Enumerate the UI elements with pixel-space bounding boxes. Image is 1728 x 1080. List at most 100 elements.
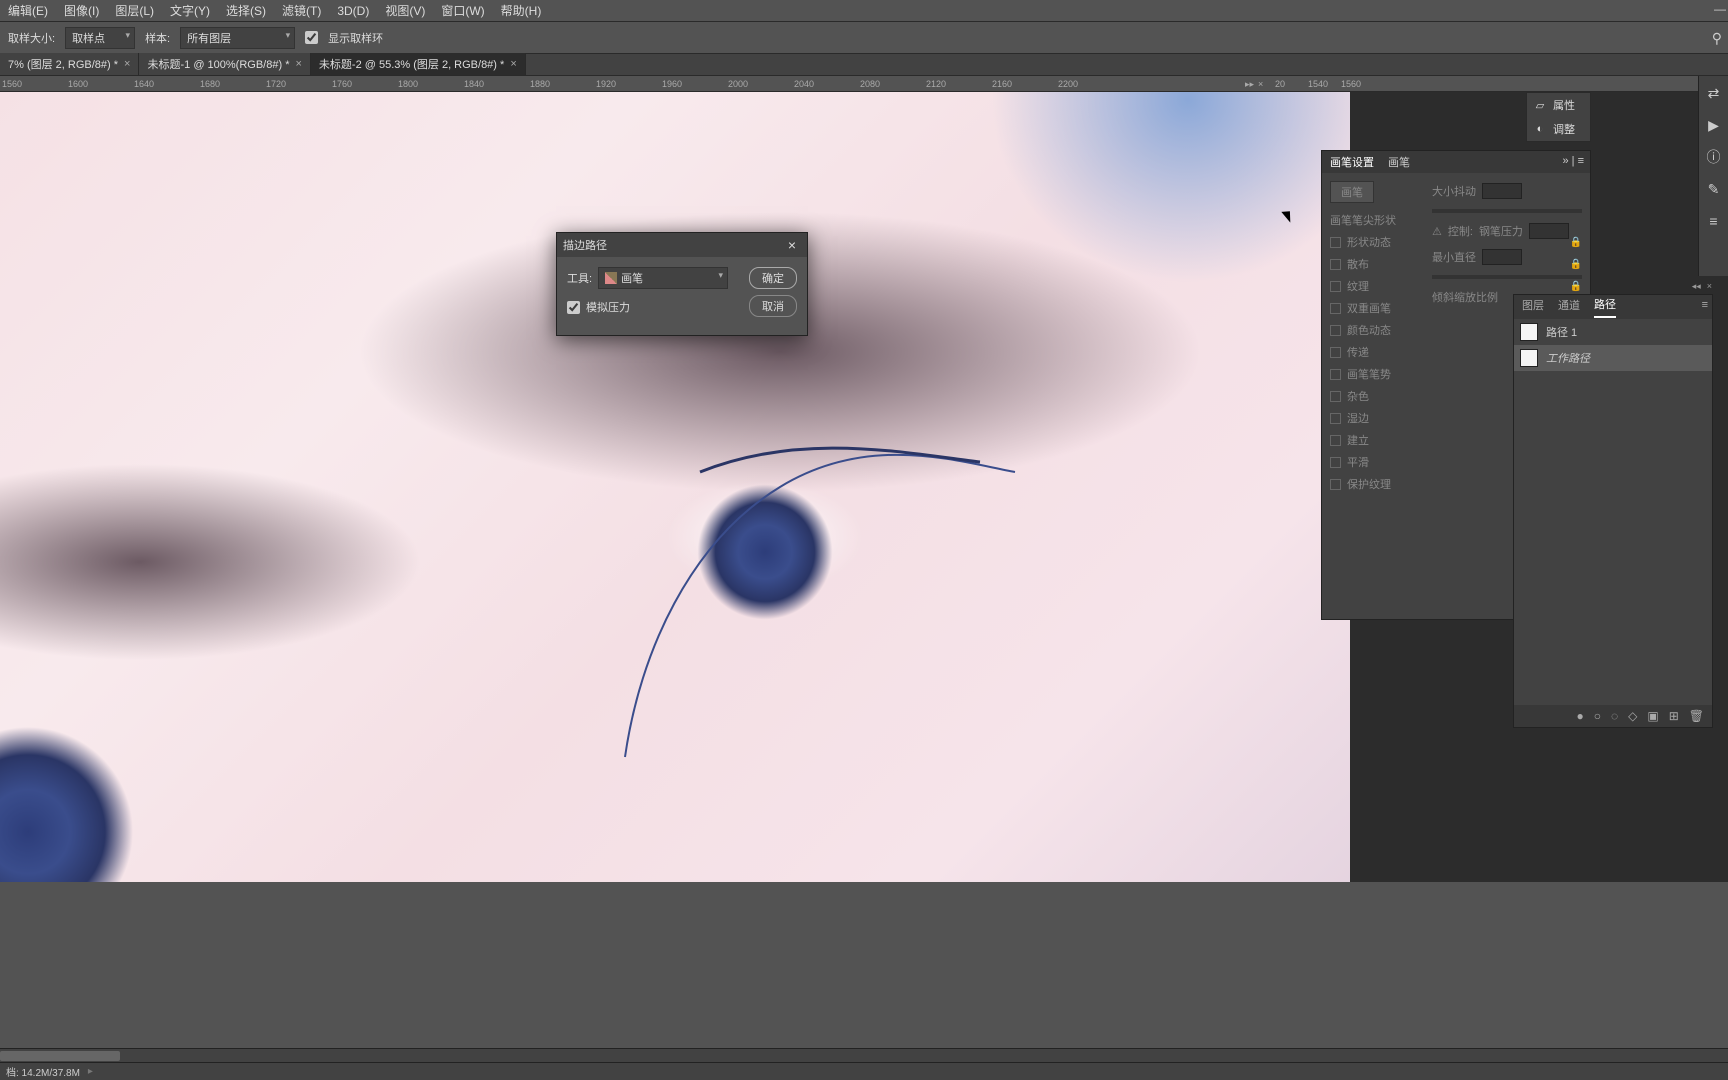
min-diameter-value[interactable]	[1482, 249, 1522, 265]
panel-collapse-icon[interactable]: » | ≡	[1562, 155, 1584, 167]
dock-close-icon[interactable]: ×	[1707, 281, 1712, 292]
size-jitter-slider[interactable]	[1432, 209, 1582, 213]
cancel-button[interactable]: 取消	[749, 295, 797, 317]
status-separator: ▸	[88, 1066, 93, 1077]
color-dynamics-checkbox[interactable]	[1330, 325, 1341, 336]
tab-paths[interactable]: 路径	[1594, 296, 1616, 318]
delete-path-icon[interactable]: 🗑	[1689, 709, 1704, 723]
menu-3d[interactable]: 3D(D)	[337, 4, 369, 18]
control-label: 控制:	[1448, 223, 1473, 239]
menubar: 编辑(E) 图像(I) 图层(L) 文字(Y) 选择(S) 滤镜(T) 3D(D…	[0, 0, 1728, 22]
dock-collapse-icon[interactable]: ◂◂	[1692, 281, 1701, 292]
load-selection-icon[interactable]: ◌	[1611, 709, 1618, 723]
properties-popup: ▱ 属性 ◐ 调整	[1526, 92, 1591, 142]
properties-tab[interactable]: ▱ 属性	[1527, 93, 1590, 117]
min-diameter-slider[interactable]	[1432, 275, 1582, 279]
sample-dropdown[interactable]: 所有图层	[180, 27, 295, 49]
play-icon[interactable]: ▶	[1705, 116, 1723, 134]
menu-type[interactable]: 文字(Y)	[170, 2, 210, 19]
horizontal-ruler: 1480152015601600164016801720176018001840…	[0, 76, 1728, 92]
simulate-pressure-checkbox[interactable]	[567, 301, 580, 314]
protect-texture-checkbox[interactable]	[1330, 479, 1341, 490]
smoothing-checkbox[interactable]	[1330, 457, 1341, 468]
tab-layers[interactable]: 图层	[1522, 297, 1544, 317]
buildup-checkbox[interactable]	[1330, 435, 1341, 446]
adjustments-icon: ◐	[1533, 122, 1547, 136]
menu-image[interactable]: 图像(I)	[64, 2, 99, 19]
menu-layer[interactable]: 图层(L)	[115, 2, 154, 19]
panel-menu-icon[interactable]: ≡	[1702, 299, 1708, 315]
size-jitter-value[interactable]	[1482, 183, 1522, 199]
add-mask-icon[interactable]: ▣	[1647, 709, 1658, 723]
dialog-title: 描边路径	[563, 237, 607, 253]
menu-view[interactable]: 视图(V)	[385, 2, 425, 19]
close-icon[interactable]: ×	[783, 237, 801, 253]
noise-checkbox[interactable]	[1330, 391, 1341, 402]
paths-panel-footer: ● ○ ◌ ◇ ▣ ⊞ 🗑	[1514, 705, 1712, 727]
warning-icon: ⚠	[1432, 225, 1442, 238]
document-tab-2[interactable]: 未标题-1 @ 100%(RGB/8#) * ×	[139, 53, 310, 75]
new-path-icon[interactable]: ⊞	[1669, 709, 1679, 723]
tool-label: 工具:	[567, 270, 592, 286]
control-value-box[interactable]	[1529, 223, 1569, 239]
menu-filter[interactable]: 滤镜(T)	[282, 2, 321, 19]
path-name: 工作路径	[1546, 350, 1590, 366]
sliders-icon[interactable]: ≡	[1705, 212, 1723, 230]
stroke-path-dialog: 描边路径 × 工具: 画笔 模拟压力 确定 取消	[556, 232, 808, 336]
adjustments-label: 调整	[1553, 121, 1575, 137]
tool-dropdown[interactable]: 画笔	[598, 267, 728, 289]
fill-path-icon[interactable]: ●	[1576, 709, 1583, 723]
menu-select[interactable]: 选择(S)	[226, 2, 266, 19]
path-thumbnail	[1520, 323, 1538, 341]
tab-channels[interactable]: 通道	[1558, 297, 1580, 317]
paths-panel: ◂◂× 图层 通道 路径 ≡ 路径 1 工作路径 ● ○ ◌ ◇ ▣ ⊞ 🗑	[1513, 294, 1713, 728]
texture-checkbox[interactable]	[1330, 281, 1341, 292]
tab-label: 未标题-1 @ 100%(RGB/8#) *	[147, 56, 289, 72]
brush-icon	[605, 272, 617, 284]
expand-panels-icon[interactable]: ⇄	[1705, 84, 1723, 102]
brush-pose-checkbox[interactable]	[1330, 369, 1341, 380]
document-tab-3[interactable]: 未标题-2 @ 55.3% (图层 2, RGB/8#) * ×	[311, 53, 526, 75]
control-dropdown[interactable]: 钢笔压力	[1479, 223, 1523, 239]
scattering-checkbox[interactable]	[1330, 259, 1341, 270]
transfer-checkbox[interactable]	[1330, 347, 1341, 358]
path-thumbnail	[1520, 349, 1538, 367]
document-tabbar: 7% (图层 2, RGB/8#) * × 未标题-1 @ 100%(RGB/8…	[0, 54, 1728, 76]
menu-window[interactable]: 窗口(W)	[441, 2, 484, 19]
close-icon[interactable]: ×	[124, 58, 130, 70]
dialog-titlebar[interactable]: 描边路径 ×	[557, 233, 807, 257]
tab-brush-settings[interactable]: 画笔设置	[1330, 154, 1374, 170]
properties-label: 属性	[1553, 97, 1575, 113]
path-name: 路径 1	[1546, 324, 1577, 340]
window-minimize-icon[interactable]: —	[1714, 2, 1726, 16]
show-sampling-ring-checkbox[interactable]	[305, 31, 318, 44]
sample-size-dropdown[interactable]: 取样点	[65, 27, 135, 49]
horizontal-scrollbar[interactable]	[0, 1048, 1728, 1062]
stroke-path-icon[interactable]: ○	[1594, 709, 1601, 723]
menu-help[interactable]: 帮助(H)	[501, 2, 542, 19]
path-item-workpath[interactable]: 工作路径	[1514, 345, 1712, 371]
tab-label: 未标题-2 @ 55.3% (图层 2, RGB/8#) *	[319, 56, 504, 72]
menu-edit[interactable]: 编辑(E)	[8, 2, 48, 19]
document-tab-1[interactable]: 7% (图层 2, RGB/8#) * ×	[0, 53, 139, 75]
brush-icon[interactable]: ✎	[1705, 180, 1723, 198]
tilt-scale-label: 倾斜缩放比例	[1432, 289, 1498, 305]
info-icon[interactable]: ⓘ	[1705, 148, 1723, 166]
shape-dynamics-checkbox[interactable]	[1330, 237, 1341, 248]
properties-icon: ▱	[1533, 98, 1547, 112]
close-icon[interactable]: ×	[295, 58, 301, 70]
document-canvas	[0, 92, 1350, 882]
ok-button[interactable]: 确定	[749, 267, 797, 289]
scrollbar-thumb[interactable]	[0, 1051, 120, 1061]
brush-preset-button[interactable]: 画笔	[1330, 181, 1374, 203]
close-icon[interactable]: ×	[510, 58, 516, 70]
adjustments-tab[interactable]: ◐ 调整	[1527, 117, 1590, 141]
tab-brushes[interactable]: 画笔	[1388, 154, 1410, 170]
search-icon[interactable]: ⚲	[1712, 30, 1722, 47]
wet-edges-checkbox[interactable]	[1330, 413, 1341, 424]
simulate-pressure-label: 模拟压力	[586, 299, 630, 315]
right-dock-strip: ⇄ ▶ ⓘ ✎ ≡	[1698, 76, 1728, 276]
make-workpath-icon[interactable]: ◇	[1628, 709, 1637, 723]
dual-brush-checkbox[interactable]	[1330, 303, 1341, 314]
path-item[interactable]: 路径 1	[1514, 319, 1712, 345]
